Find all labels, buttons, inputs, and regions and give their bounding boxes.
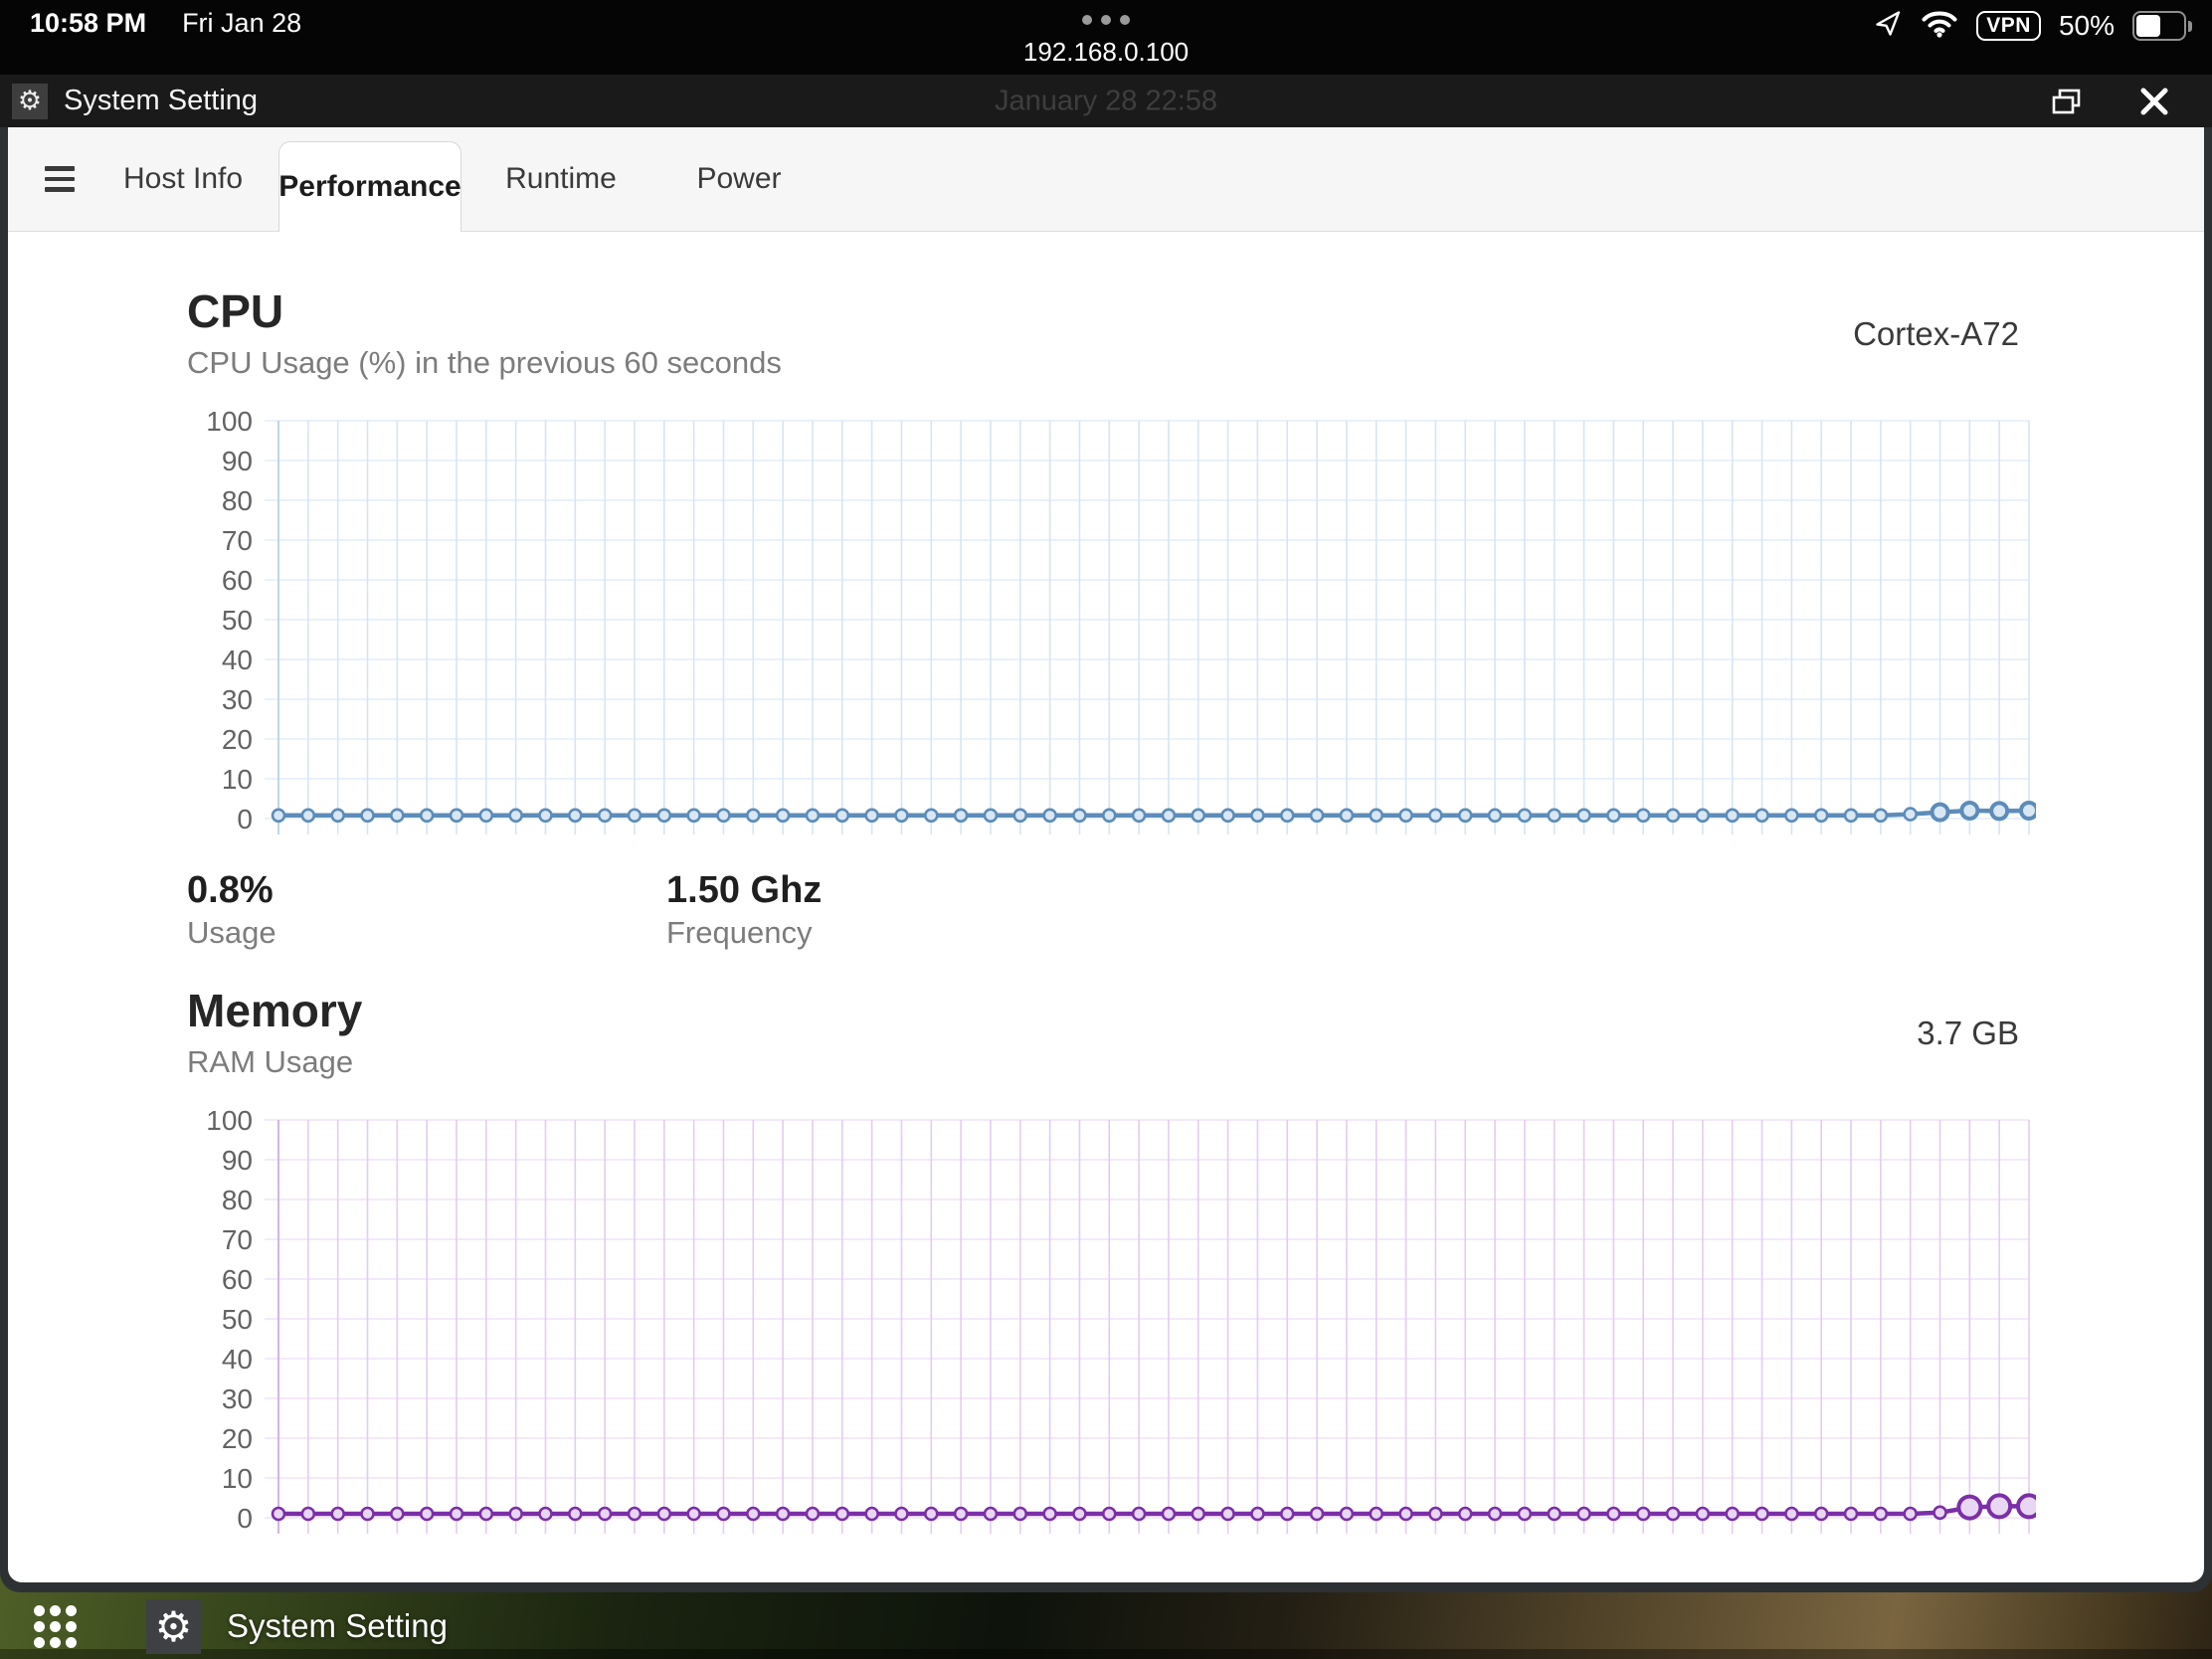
memory-usage-chart: 0 10 20 30 40 50 60 70 80 90 100 <box>187 1106 2036 1552</box>
svg-text:50: 50 <box>222 605 253 636</box>
app-window: Host InfoPerformanceRuntimePower CPU CPU… <box>0 127 2212 1592</box>
titlebar-clock: January 28 22:58 <box>995 85 1217 117</box>
svg-text:60: 60 <box>222 1264 253 1295</box>
close-button[interactable] <box>2138 86 2170 117</box>
svg-text:80: 80 <box>222 1185 253 1215</box>
svg-text:60: 60 <box>222 565 253 596</box>
taskbar-app-label[interactable]: System Setting <box>227 1607 448 1645</box>
cpu-stat-frequency: 1.50 GhzFrequency <box>666 868 1146 952</box>
svg-text:90: 90 <box>222 1145 253 1176</box>
svg-text:90: 90 <box>222 446 253 476</box>
app-gear-icon: ⚙ <box>12 84 48 119</box>
stat-label: Usage <box>187 915 666 951</box>
tab-performance[interactable]: Performance <box>278 141 461 232</box>
svg-text:40: 40 <box>222 1344 253 1375</box>
svg-text:30: 30 <box>222 684 253 715</box>
svg-text:40: 40 <box>222 645 253 675</box>
stat-value: 1.50 Ghz <box>666 868 1146 914</box>
status-time: 10:58 PM <box>30 10 146 37</box>
cpu-stats-row: 0.8%Usage1.50 GhzFrequency <box>187 868 2204 952</box>
svg-text:20: 20 <box>222 724 253 755</box>
tab-power[interactable]: Power <box>660 127 818 231</box>
memory-title: Memory <box>187 985 2204 1037</box>
svg-text:0: 0 <box>237 804 253 834</box>
performance-panel: CPU CPU Usage (%) in the previous 60 sec… <box>8 232 2204 1552</box>
cpu-stat-usage: 0.8%Usage <box>187 868 666 952</box>
taskbar: ⚙ System Setting <box>0 1593 2212 1659</box>
svg-text:30: 30 <box>222 1383 253 1414</box>
battery-percent: 50% <box>2059 10 2115 42</box>
restore-button[interactable] <box>2051 88 2083 115</box>
stat-label: Frequency <box>666 915 1146 951</box>
wifi-icon <box>1921 8 1958 45</box>
tab-runtime[interactable]: Runtime <box>461 127 660 231</box>
svg-text:100: 100 <box>206 407 253 437</box>
svg-text:70: 70 <box>222 525 253 556</box>
window-titlebar: ⚙ System Setting January 28 22:58 <box>0 75 2212 127</box>
app-launcher-grid-icon[interactable] <box>34 1605 77 1648</box>
window-content: Host InfoPerformanceRuntimePower CPU CPU… <box>8 127 2204 1582</box>
cpu-model-label: Cortex-A72 <box>1853 315 2019 353</box>
cpu-section-head: CPU CPU Usage (%) in the previous 60 sec… <box>187 285 2204 381</box>
window-title: System Setting <box>64 85 258 117</box>
svg-text:0: 0 <box>237 1503 253 1534</box>
memory-subtitle: RAM Usage <box>187 1044 2204 1080</box>
vpn-badge: VPN <box>1976 11 2041 41</box>
location-arrow-icon <box>1873 8 1903 45</box>
svg-text:10: 10 <box>222 1463 253 1494</box>
tab-host-info[interactable]: Host Info <box>88 127 278 231</box>
ellipsis-dots-icon <box>1082 15 1130 25</box>
svg-text:10: 10 <box>222 764 253 795</box>
menu-hamburger-icon[interactable] <box>32 127 88 231</box>
taskbar-gear-icon[interactable]: ⚙ <box>146 1599 201 1654</box>
memory-total-label: 3.7 GB <box>1917 1014 2019 1052</box>
battery-icon <box>2132 11 2192 41</box>
svg-text:80: 80 <box>222 485 253 516</box>
svg-text:20: 20 <box>222 1423 253 1454</box>
svg-text:50: 50 <box>222 1304 253 1335</box>
status-date: Fri Jan 28 <box>182 10 301 37</box>
ip-address: 192.168.0.100 <box>1023 37 1189 68</box>
tab-bar: Host InfoPerformanceRuntimePower <box>8 127 2204 232</box>
status-bar: 10:58 PM Fri Jan 28 192.168.0.100 VPN 50… <box>0 0 2212 75</box>
stat-value: 0.8% <box>187 868 666 914</box>
svg-text:100: 100 <box>206 1106 253 1136</box>
cpu-usage-chart: 0 10 20 30 40 50 60 70 80 90 100 <box>187 407 2036 852</box>
svg-text:70: 70 <box>222 1224 253 1255</box>
memory-section-head: Memory RAM Usage 3.7 GB <box>187 985 2204 1080</box>
